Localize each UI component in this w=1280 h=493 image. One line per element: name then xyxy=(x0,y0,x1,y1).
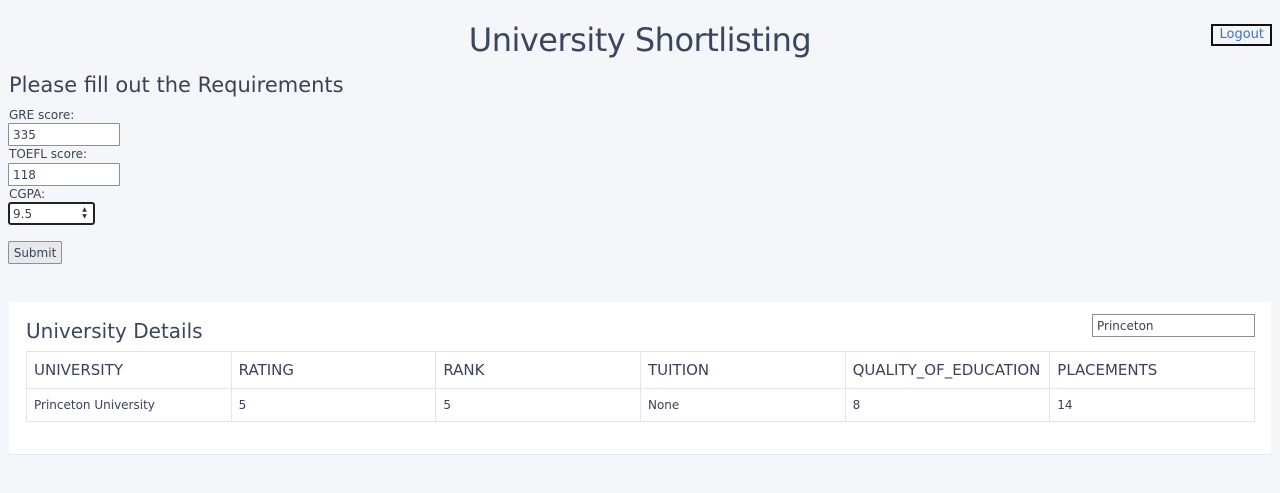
details-title: University Details xyxy=(26,319,203,343)
toefl-score-field[interactable] xyxy=(8,163,120,186)
column-header-university[interactable]: UNIVERSITY xyxy=(26,351,232,389)
cgpa-value: 9.5 xyxy=(13,207,33,221)
cgpa-spinner[interactable]: ▲ ▼ xyxy=(79,206,90,221)
cell-university: Princeton University xyxy=(26,388,232,422)
submit-button[interactable]: Submit xyxy=(8,241,62,264)
cgpa-label: CGPA: xyxy=(9,187,46,201)
cell-tuition: None xyxy=(639,388,846,422)
table-search-input[interactable] xyxy=(1092,314,1255,337)
column-header-rating[interactable]: RATING xyxy=(230,351,437,389)
column-header-tuition[interactable]: TUITION xyxy=(639,351,846,389)
university-details-panel: University Details UNIVERSITY RATING RAN… xyxy=(9,302,1271,455)
cell-placements: 14 xyxy=(1049,388,1255,422)
logout-button[interactable]: Logout xyxy=(1211,24,1272,46)
spinner-down-icon[interactable]: ▼ xyxy=(79,213,90,220)
page: University Shortlisting Logout Please fi… xyxy=(0,0,1280,493)
university-table: UNIVERSITY RATING RANK TUITION QUALITY_O… xyxy=(26,351,1255,422)
spinner-up-icon[interactable]: ▲ xyxy=(79,206,90,213)
gre-score-field[interactable] xyxy=(8,123,120,146)
toefl-label: TOEFL score: xyxy=(9,147,88,161)
column-header-placements[interactable]: PLACEMENTS xyxy=(1049,351,1255,389)
gre-label: GRE score: xyxy=(9,108,75,122)
form-heading: Please fill out the Requirements xyxy=(9,73,344,97)
page-title: University Shortlisting xyxy=(468,21,812,59)
cell-quality-of-education: 8 xyxy=(844,388,1051,422)
column-header-quality-of-education[interactable]: QUALITY_OF_EDUCATION xyxy=(844,351,1051,389)
column-header-rank[interactable]: RANK xyxy=(435,351,641,389)
table-row: Princeton University 5 5 None 8 14 xyxy=(26,388,1255,422)
table-header-row: UNIVERSITY RATING RANK TUITION QUALITY_O… xyxy=(26,351,1255,389)
cell-rank: 5 xyxy=(435,388,641,422)
cgpa-field[interactable]: 9.5 ▲ ▼ xyxy=(8,202,95,225)
cell-rating: 5 xyxy=(230,388,437,422)
